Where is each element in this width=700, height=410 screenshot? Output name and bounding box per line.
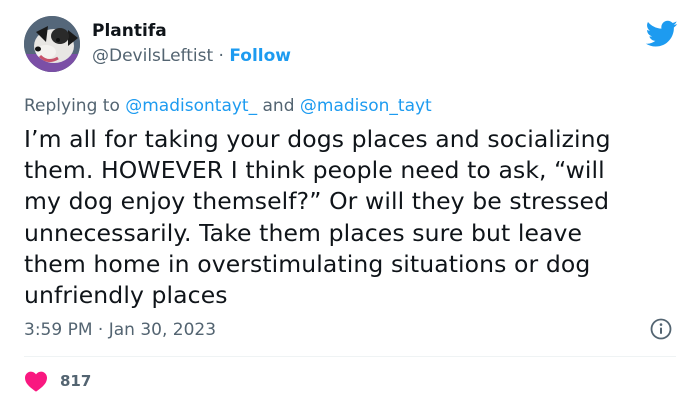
handle-separator: · bbox=[213, 46, 230, 66]
avatar-dog-image bbox=[24, 16, 80, 72]
author-handle[interactable]: @DevilsLeftist bbox=[92, 46, 213, 66]
replying-prefix: Replying to bbox=[24, 96, 126, 116]
author-display-name[interactable]: Plantifa bbox=[92, 20, 291, 42]
replying-conjunction: and bbox=[257, 96, 300, 116]
tweet-header: Plantifa @DevilsLeftist · Follow bbox=[24, 16, 291, 72]
tweet-text: I’m all for taking your dogs places and … bbox=[24, 125, 611, 310]
replying-to: Replying to @madisontayt_ and @madison_t… bbox=[24, 94, 432, 118]
twitter-bird-icon[interactable] bbox=[646, 20, 678, 48]
follow-button[interactable]: Follow bbox=[229, 46, 291, 66]
heart-icon[interactable] bbox=[24, 370, 48, 392]
tweet-card: Plantifa @DevilsLeftist · Follow Replyin… bbox=[0, 0, 700, 410]
author-handle-row: @DevilsLeftist · Follow bbox=[92, 44, 291, 68]
reply-mention-2[interactable]: @madison_tayt bbox=[300, 96, 432, 116]
reply-mention-1[interactable]: @madisontayt_ bbox=[125, 96, 257, 116]
like-count: 817 bbox=[60, 372, 92, 390]
avatar[interactable] bbox=[24, 16, 80, 72]
like-action[interactable]: 817 bbox=[24, 370, 91, 392]
divider bbox=[24, 356, 676, 357]
info-icon[interactable] bbox=[650, 318, 672, 340]
author-names: Plantifa @DevilsLeftist · Follow bbox=[92, 20, 291, 68]
tweet-timestamp[interactable]: 3:59 PM · Jan 30, 2023 bbox=[24, 318, 216, 342]
